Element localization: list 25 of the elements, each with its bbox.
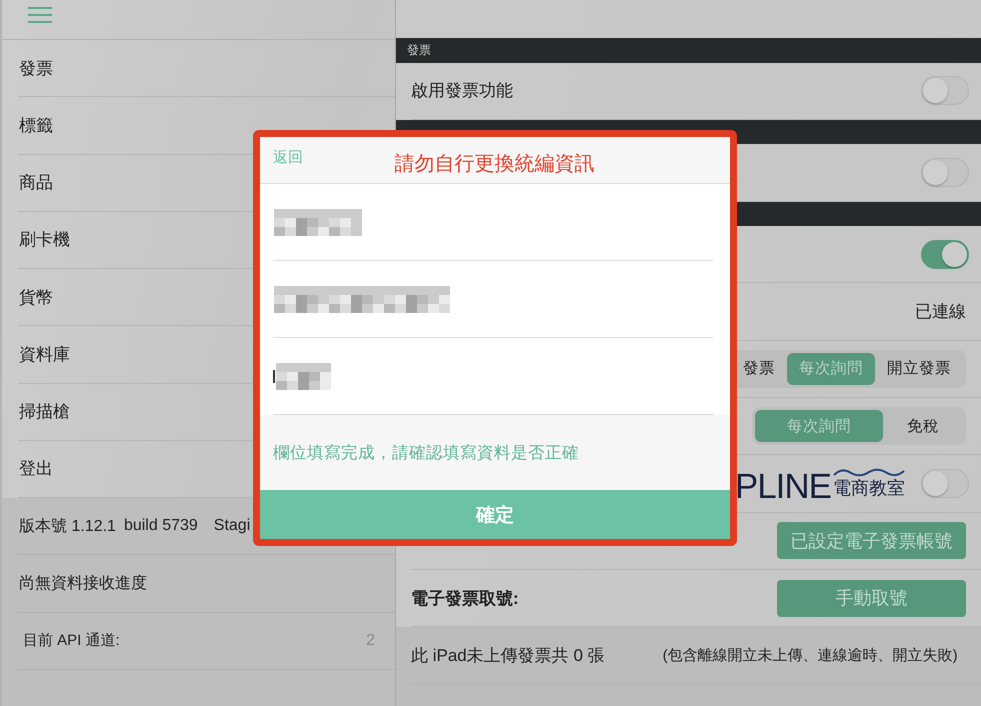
segment-option[interactable]: 發票	[731, 352, 787, 385]
segment-option[interactable]: 免稅	[883, 410, 963, 442]
toggle-switch[interactable]	[921, 240, 969, 269]
text-cursor	[273, 370, 275, 382]
sync-progress-text: 尚無資料接收進度	[19, 574, 147, 594]
build-number: build 5739	[124, 517, 198, 536]
section-header: 發票	[396, 38, 981, 62]
upload-count-text: 此 iPad未上傳發票共 0 張	[411, 645, 605, 668]
sidebar-item[interactable]: 發票	[18, 40, 395, 98]
api-channel-label: 目前 API 通道:	[23, 631, 120, 650]
dialog-title: 請勿自行更換統編資訊	[394, 152, 594, 176]
version-number: 版本號 1.12.1	[19, 516, 116, 537]
wave-line-icon	[833, 468, 905, 478]
toggle-switch[interactable]	[921, 468, 969, 498]
setting-label: 啟用發票功能	[411, 80, 513, 102]
logo-wordmark: PLINE	[734, 468, 831, 504]
toggle-switch[interactable]	[921, 76, 969, 106]
logo-subtitle: 電商教室	[833, 479, 905, 499]
upload-note-text: (包含離線開立未上傳、連線逾時、開立失敗)	[662, 646, 958, 666]
toggle-switch[interactable]	[921, 158, 969, 187]
segment-option[interactable]: 開立發票	[875, 352, 963, 385]
setting-label: 電子發票取號:	[411, 588, 519, 610]
environment-label: Stagi	[214, 517, 250, 536]
connection-status: 已連線	[915, 301, 966, 324]
menu-icon[interactable]	[28, 7, 52, 23]
